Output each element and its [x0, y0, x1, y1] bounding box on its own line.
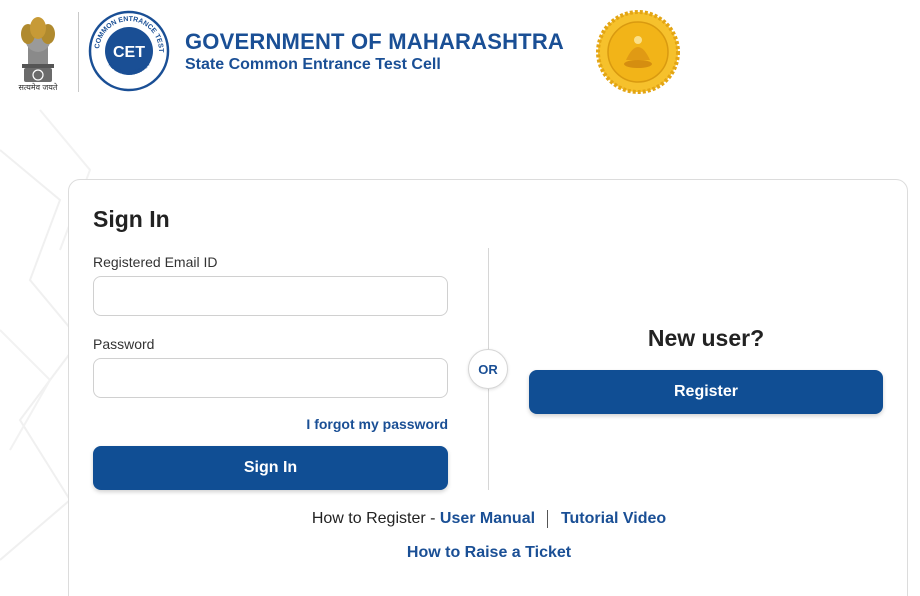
- header-divider: [78, 12, 79, 92]
- forgot-password-link[interactable]: I forgot my password: [93, 416, 448, 432]
- signin-heading: Sign In: [93, 206, 170, 232]
- raise-ticket-row: How to Raise a Ticket: [69, 544, 909, 562]
- sign-in-button[interactable]: Sign In: [93, 446, 448, 490]
- password-label: Password: [93, 336, 155, 352]
- tutorial-video-link[interactable]: Tutorial Video: [561, 510, 666, 527]
- page-title: GOVERNMENT OF MAHARASHTRA: [185, 29, 564, 54]
- emblem-caption: सत्यमेव जयते: [18, 83, 58, 92]
- password-field[interactable]: [93, 358, 448, 398]
- email-label: Registered Email ID: [93, 254, 218, 270]
- new-user-heading: New user?: [647, 325, 765, 351]
- how-to-register-label: How to Register -: [311, 510, 436, 528]
- login-card: Sign In Registered Email ID Password I f…: [68, 179, 908, 596]
- svg-text:CET: CET: [113, 44, 145, 61]
- page-subtitle: State Common Entrance Test Cell: [185, 56, 441, 73]
- register-button[interactable]: Register: [529, 370, 883, 414]
- link-separator: [547, 510, 549, 528]
- cet-logo-icon: STATE COMMON ENTRANCE TEST CELL MAHARASH…: [88, 10, 170, 92]
- or-badge: OR: [468, 349, 508, 389]
- help-links-row: How to Register - User Manual Tutorial V…: [69, 510, 909, 528]
- raise-ticket-link[interactable]: How to Raise a Ticket: [407, 544, 571, 561]
- email-field[interactable]: [93, 276, 448, 316]
- user-manual-link[interactable]: User Manual: [440, 510, 535, 527]
- maharashtra-seal-icon: [596, 10, 680, 94]
- site-header: सत्यमेव जयते STATE COMMON ENTRANCE TEST …: [0, 0, 920, 110]
